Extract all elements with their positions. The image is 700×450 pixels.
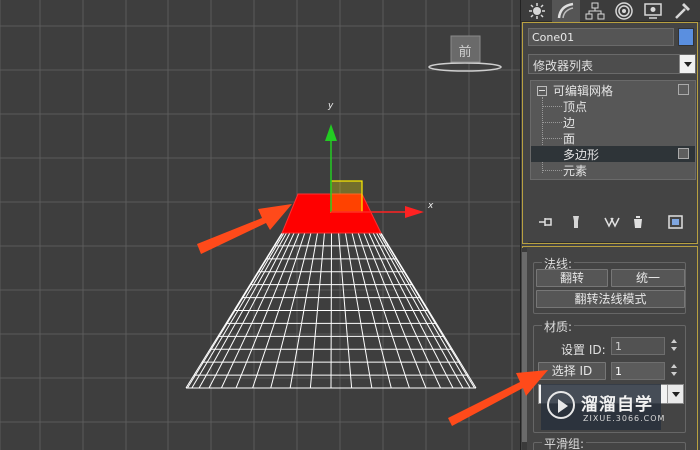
divider [528, 242, 696, 243]
gizmo-y-label: y [327, 101, 334, 111]
tab-motion[interactable] [610, 0, 638, 22]
move-gizmo[interactable]: y x [325, 101, 434, 218]
tab-display[interactable] [639, 0, 667, 22]
modify-icon [557, 2, 574, 19]
modifier-list-label: 修改器列表 [533, 59, 594, 73]
stack-item-label: 元素 [563, 164, 588, 178]
collapse-minus-icon[interactable] [537, 86, 547, 96]
stack-toggle-box[interactable] [678, 148, 689, 159]
configure-modifier-sets-button[interactable] [666, 212, 686, 232]
command-panel-tabs [521, 0, 700, 22]
stack-root-label: 可编辑网格 [553, 84, 614, 98]
stack-toggle-box[interactable] [678, 84, 689, 95]
annotation-arrow-panel [448, 370, 548, 426]
watermark-logo: 溜溜自学 ZIXUE.3066.COM [541, 384, 664, 430]
chevron-down-icon[interactable] [679, 55, 695, 73]
stack-item-label: 多边形 [563, 148, 600, 162]
smoothing-group-title: 平滑组: [542, 435, 587, 450]
set-id-field[interactable] [611, 337, 665, 355]
show-end-result-button[interactable] [566, 212, 586, 232]
watermark-title: 溜溜自学 [581, 395, 653, 415]
unify-normals-button[interactable]: 统一 [611, 269, 685, 287]
select-id-field[interactable] [611, 362, 665, 380]
object-name-field[interactable] [528, 28, 674, 46]
tab-utilities[interactable] [668, 0, 696, 22]
select-id-spinner[interactable] [669, 362, 680, 380]
pin-icon [539, 218, 552, 226]
remove-modifier-button[interactable] [628, 212, 648, 232]
stack-item-polygon[interactable]: 多边形 [531, 146, 695, 162]
configure-icon [668, 215, 683, 229]
modifier-list-dropdown[interactable]: 修改器列表 [528, 54, 696, 74]
create-sun-icon [529, 3, 545, 19]
tab-create[interactable] [523, 0, 551, 22]
smoothing-group: 平滑组: [533, 435, 686, 450]
flip-normal-mode-button[interactable]: 翻转法线模式 [536, 290, 685, 308]
wireframe-edge [330, 232, 332, 389]
motion-icon [615, 2, 633, 20]
play-logo-icon [547, 391, 575, 419]
display-icon [644, 3, 662, 19]
stack-item-vertex[interactable]: 顶点 [531, 98, 695, 114]
trash-icon [634, 216, 642, 228]
gizmo-y-arrowhead[interactable] [325, 124, 337, 141]
gizmo-xy-plane[interactable] [330, 180, 363, 213]
stack-item-element[interactable]: 元素 [531, 162, 695, 178]
gizmo-x-arrowhead[interactable] [405, 206, 424, 218]
pin-stack-button[interactable] [536, 212, 556, 232]
utilities-hammer-icon [675, 3, 690, 19]
stack-item-label: 顶点 [563, 100, 588, 114]
make-unique-icon [604, 217, 620, 228]
viewcube-face-label: 前 [458, 44, 471, 60]
tab-hierarchy[interactable] [581, 0, 609, 22]
set-id-spinner[interactable] [669, 337, 680, 355]
stack-item-edge[interactable]: 边 [531, 114, 695, 130]
stack-item-editable-mesh[interactable]: 可编辑网格 [531, 82, 695, 98]
viewcube[interactable]: 前 [428, 35, 502, 72]
modifier-stack[interactable]: 可编辑网格 顶点 边 面 多边形 元素 [530, 80, 696, 180]
cone-wireframe[interactable] [185, 232, 477, 389]
hierarchy-icon [585, 2, 605, 20]
stack-toolbar [530, 212, 696, 232]
set-id-label: 设置 ID: [561, 343, 606, 357]
chevron-down-icon[interactable] [667, 385, 683, 403]
end-result-icon [573, 216, 579, 228]
stack-item-face[interactable]: 面 [531, 130, 695, 146]
stack-item-label: 边 [563, 116, 576, 130]
object-color-swatch[interactable] [678, 28, 694, 46]
make-unique-button[interactable] [602, 212, 622, 232]
gizmo-x-label: x [427, 201, 434, 211]
watermark-subtitle: ZIXUE.3066.COM [583, 414, 666, 423]
material-group-title: 材质: [542, 318, 575, 335]
tab-modify[interactable] [552, 0, 580, 22]
flip-normals-button[interactable]: 翻转 [536, 269, 608, 287]
stack-item-label: 面 [563, 132, 576, 146]
